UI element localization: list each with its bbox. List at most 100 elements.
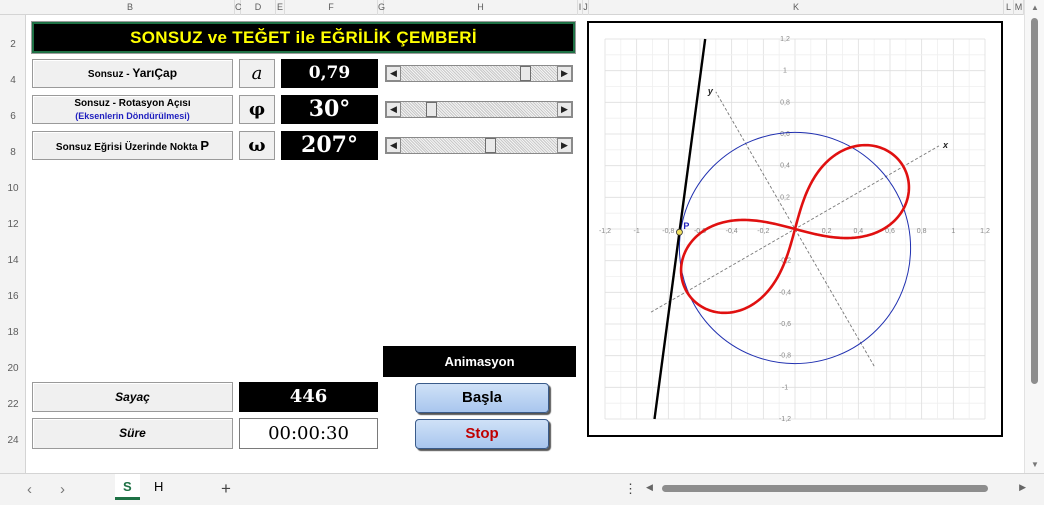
omega-slider[interactable]: ◀ ▶ bbox=[385, 137, 573, 154]
curvature-chart[interactable]: -1,2 -1 -0,8 -0,6 -0,4 -0,2 0,2 0,4 0,6 0,8 1 1,2 1… bbox=[587, 21, 1003, 437]
row-header-8[interactable]: 8 bbox=[0, 147, 26, 158]
sheet-tab-s[interactable]: S bbox=[115, 474, 140, 500]
omega-slider-thumb[interactable] bbox=[485, 138, 497, 153]
animation-heading: Animasyon bbox=[383, 346, 576, 377]
vertical-scrollbar[interactable]: ▲ ▼ bbox=[1024, 0, 1044, 473]
col-header-f[interactable]: F bbox=[285, 0, 378, 15]
row-header-4[interactable]: 4 bbox=[0, 75, 26, 86]
col-header-e[interactable]: E bbox=[276, 0, 285, 15]
start-button[interactable]: Başla bbox=[415, 383, 549, 413]
y-tick-label: 1,2 bbox=[780, 36, 790, 43]
duration-label: Süre bbox=[32, 418, 233, 449]
sheet-tab-bar: ‹ › S H + ⋮ ◀ ▶ bbox=[0, 473, 1044, 505]
row-header-20[interactable]: 20 bbox=[0, 363, 26, 374]
add-sheet-icon[interactable]: + bbox=[221, 479, 231, 499]
vertical-scroll-thumb[interactable] bbox=[1031, 18, 1038, 384]
col-header-d[interactable]: D bbox=[241, 0, 276, 15]
row-header-14[interactable]: 14 bbox=[0, 255, 26, 266]
radius-symbol: a bbox=[239, 59, 275, 88]
counter-label: Sayaç bbox=[32, 382, 233, 412]
y-tick-label: -1,2 bbox=[779, 416, 791, 423]
row-headers: 2 4 6 8 10 12 14 16 18 20 22 24 bbox=[0, 15, 26, 473]
y-tick-label: -0,6 bbox=[779, 321, 791, 328]
radius-label-prefix: Sonsuz - bbox=[87, 69, 133, 80]
rotation-sublabel: (Eksenlerin Döndürülmesi) bbox=[75, 111, 190, 121]
spreadsheet-window: B C D E F G H I J K L M 2 4 6 8 10 12 14… bbox=[0, 0, 1044, 505]
y-tick-label: 0,2 bbox=[780, 194, 790, 201]
row-header-2[interactable]: 2 bbox=[0, 39, 26, 50]
slider-right-arrow-icon[interactable]: ▶ bbox=[557, 66, 572, 81]
rotation-label-text: Sonsuz - Rotasyon Açısı bbox=[74, 98, 191, 109]
scroll-down-icon[interactable]: ▼ bbox=[1031, 460, 1039, 469]
point-label: Sonsuz Eğrisi Üzerinde Nokta P bbox=[32, 131, 233, 160]
omega-symbol: ω bbox=[239, 131, 275, 160]
slider-right-arrow-icon[interactable]: ▶ bbox=[557, 102, 572, 117]
scroll-right-icon[interactable]: ▶ bbox=[1019, 482, 1026, 493]
scroll-left-icon[interactable]: ◀ bbox=[646, 482, 653, 493]
x-tick-label: 1 bbox=[951, 228, 955, 235]
radius-label: Sonsuz - YarıÇap bbox=[32, 59, 233, 88]
omega-value[interactable]: 207° bbox=[281, 131, 378, 160]
col-header-m[interactable]: M bbox=[1014, 0, 1024, 15]
rotated-x-axis-label: x bbox=[942, 140, 949, 150]
point-label-prefix: Sonsuz Eğrisi Üzerinde Nokta bbox=[55, 142, 201, 153]
column-headers: B C D E F G H I J K L M bbox=[0, 0, 1024, 15]
x-tick-label: 0,8 bbox=[917, 228, 927, 235]
col-header-h[interactable]: H bbox=[384, 0, 578, 15]
row-header-18[interactable]: 18 bbox=[0, 327, 26, 338]
rotation-slider[interactable]: ◀ ▶ bbox=[385, 101, 573, 118]
x-tick-label: -0,4 bbox=[726, 228, 738, 235]
point-label-bold: P bbox=[200, 138, 210, 153]
y-tick-label: 0,8 bbox=[780, 99, 790, 106]
y-tick-label: 0,6 bbox=[780, 131, 790, 138]
point-p-label: P bbox=[683, 221, 689, 231]
col-header-k[interactable]: K bbox=[589, 0, 1004, 15]
slider-right-arrow-icon[interactable]: ▶ bbox=[557, 138, 572, 153]
horizontal-scrollbar[interactable]: ◀ ▶ bbox=[646, 482, 1026, 494]
radius-value[interactable]: 0,79 bbox=[281, 59, 378, 88]
y-tick-label: 0,4 bbox=[780, 163, 790, 170]
stop-button[interactable]: Stop bbox=[415, 419, 549, 449]
radius-slider[interactable]: ◀ ▶ bbox=[385, 65, 573, 82]
y-tick-label: -1 bbox=[782, 384, 788, 391]
slider-left-arrow-icon[interactable]: ◀ bbox=[386, 102, 401, 117]
duration-value[interactable]: 00:00:30 bbox=[239, 418, 378, 449]
slider-left-arrow-icon[interactable]: ◀ bbox=[386, 66, 401, 81]
col-header-b[interactable]: B bbox=[26, 0, 235, 15]
y-tick-label: -0,4 bbox=[779, 289, 791, 296]
x-tick-label: -1 bbox=[634, 228, 640, 235]
y-tick-label: 1 bbox=[783, 68, 787, 75]
row-header-16[interactable]: 16 bbox=[0, 291, 26, 302]
horizontal-scroll-thumb[interactable] bbox=[662, 485, 988, 492]
row-header-6[interactable]: 6 bbox=[0, 111, 26, 122]
chart-svg: -1,2 -1 -0,8 -0,6 -0,4 -0,2 0,2 0,4 0,6 0,8 1 1,2 1… bbox=[599, 36, 990, 423]
prev-sheet-icon[interactable]: ‹ bbox=[27, 481, 32, 498]
next-sheet-icon[interactable]: › bbox=[60, 481, 65, 498]
sheet-tab-h[interactable]: H bbox=[146, 474, 171, 500]
x-tick-label: -1,2 bbox=[599, 228, 611, 235]
rotation-label: Sonsuz - Rotasyon Açısı (Eksenlerin Dönd… bbox=[32, 95, 233, 124]
y-tick-label: -0,8 bbox=[779, 353, 791, 360]
x-tick-label: 1,2 bbox=[980, 228, 990, 235]
counter-value[interactable]: 446 bbox=[239, 382, 378, 412]
row-header-10[interactable]: 10 bbox=[0, 183, 26, 194]
radius-slider-thumb[interactable] bbox=[519, 66, 531, 81]
rotation-slider-thumb[interactable] bbox=[425, 102, 437, 117]
row-header-12[interactable]: 12 bbox=[0, 219, 26, 230]
row-header-24[interactable]: 24 bbox=[0, 435, 26, 446]
rotation-value[interactable]: 30° bbox=[281, 95, 378, 124]
point-p-marker bbox=[676, 228, 683, 236]
slider-left-arrow-icon[interactable]: ◀ bbox=[386, 138, 401, 153]
x-tick-label: -0,8 bbox=[662, 228, 674, 235]
scroll-up-icon[interactable]: ▲ bbox=[1031, 3, 1039, 12]
page-title[interactable]: SONSUZ ve TEĞET ile EĞRİLİK ÇEMBERİ bbox=[31, 21, 576, 54]
radius-label-bold: YarıÇap bbox=[132, 66, 178, 80]
x-tick-label: 0,2 bbox=[822, 228, 832, 235]
row-header-22[interactable]: 22 bbox=[0, 399, 26, 410]
rotated-y-axis-label: y bbox=[707, 86, 714, 96]
x-tick-label: -0,2 bbox=[757, 228, 769, 235]
more-options-icon[interactable]: ⋮ bbox=[624, 481, 637, 497]
rotation-symbol: φ bbox=[239, 95, 275, 124]
col-header-l[interactable]: L bbox=[1004, 0, 1014, 15]
x-tick-label: 0,4 bbox=[853, 228, 863, 235]
